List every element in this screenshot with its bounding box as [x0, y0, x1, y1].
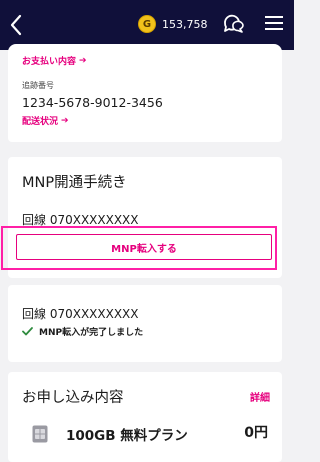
order-title: お申し込み内容 [22, 390, 124, 406]
plan-price: 0円 [244, 425, 268, 441]
mnp-line-label: 回線 070XXXXXXXX [22, 213, 139, 227]
mnp-title: MNP開通手続き [22, 175, 127, 191]
mnp-done-card: 回線 070XXXXXXXX MNP転入が完了しました [8, 285, 282, 362]
delivery-status-link[interactable]: 配送状況 ➔ [22, 114, 69, 128]
payment-link-label: お支払い内容 [22, 57, 77, 67]
points-value: 153,758 [162, 17, 208, 31]
mnp-done-status: MNP転入が完了しました [22, 325, 143, 338]
mnp-done-line-label: 回線 070XXXXXXXX [22, 307, 139, 321]
shipping-card: お支払い内容 ➔ 追跡番号 1234-5678-9012-3456 配送状況 ➔ [8, 44, 282, 142]
points-display[interactable]: G 153,758 [138, 14, 208, 34]
coin-icon: G [138, 15, 156, 33]
payment-link[interactable]: お支払い内容 ➔ [22, 54, 87, 68]
back-chevron-icon[interactable] [6, 12, 28, 38]
order-detail-link[interactable]: 詳細 [250, 389, 270, 404]
mnp-transfer-button[interactable]: MNP転入する [16, 234, 272, 260]
mnp-done-status-text: MNP転入が完了しました [39, 328, 144, 338]
app-header: G 153,758 [0, 0, 294, 50]
mnp-card: MNP開通手続き 回線 070XXXXXXXX MNP転入する [8, 157, 282, 278]
menu-icon[interactable] [264, 14, 284, 32]
plan-row: 100GB 無料プラン [32, 424, 188, 444]
check-icon [22, 327, 33, 336]
order-card: お申し込み内容 詳細 100GB 無料プラン 0円 [8, 372, 282, 462]
delivery-link-label: 配送状況 [22, 117, 59, 127]
arrow-right-icon: ➔ [61, 115, 69, 126]
tracking-number: 1234-5678-9012-3456 [22, 95, 163, 110]
plan-name: 100GB 無料プラン [66, 428, 188, 444]
tracking-label: 追跡番号 [22, 81, 54, 90]
sim-card-icon [32, 425, 48, 443]
chat-icon[interactable] [222, 13, 244, 35]
arrow-right-icon: ➔ [79, 55, 87, 66]
